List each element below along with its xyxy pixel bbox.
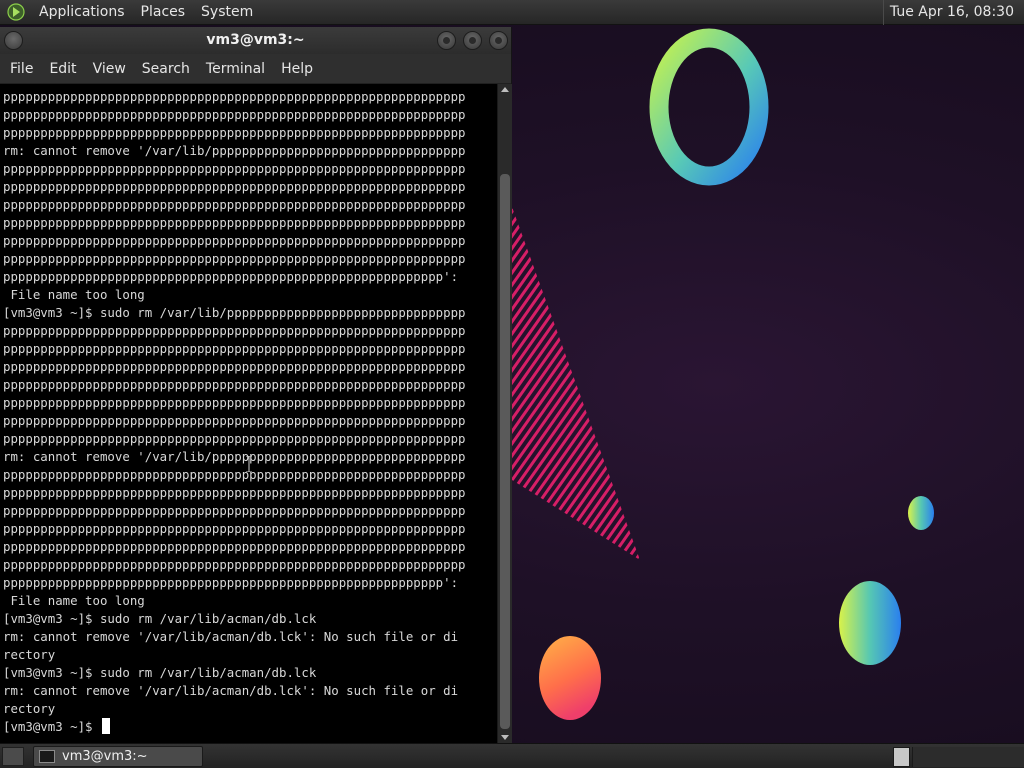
scroll-thumb[interactable] [500, 174, 510, 729]
close-button[interactable] [489, 31, 508, 50]
terminal-line: pppppppppppppppppppppppppppppppppppppppp… [3, 395, 466, 410]
ibeam-cursor-icon [246, 456, 252, 472]
green-ring-shape [649, 28, 769, 186]
terminal-text: pppppppppppppppppppppppppppppppppppppppp… [3, 88, 493, 736]
terminal-line: pppppppppppppppppppppppppppppppppppppppp… [3, 251, 466, 266]
terminal-window: vm3@vm3:~ File Edit View Search Terminal… [0, 27, 512, 743]
menu-edit[interactable]: Edit [41, 54, 84, 84]
show-desktop-icon[interactable] [2, 747, 24, 766]
terminal-line: rm: cannot remove '/var/lib/acman/db.lck… [3, 683, 459, 698]
menu-view[interactable]: View [85, 54, 134, 84]
terminal-line: rectory [3, 701, 56, 716]
terminal-output[interactable]: pppppppppppppppppppppppppppppppppppppppp… [0, 84, 512, 743]
taskbar-terminal-label: vm3@vm3:~ [62, 749, 148, 764]
terminal-line: [vm3@vm3 ~]$ sudo rm /var/lib/acman/db.l… [3, 611, 317, 626]
top-panel: Applications Places System Tue Apr 16, 0… [0, 0, 1024, 25]
menu-file[interactable]: File [2, 54, 41, 84]
terminal-line: pppppppppppppppppppppppppppppppppppppppp… [3, 539, 466, 554]
menu-terminal[interactable]: Terminal [198, 54, 273, 84]
terminal-prompt: [vm3@vm3 ~]$ [3, 719, 100, 734]
terminal-prompt-line: [vm3@vm3 ~]$ [3, 718, 493, 736]
terminal-line: pppppppppppppppppppppppppppppppppppppppp… [3, 233, 466, 248]
terminal-line: pppppppppppppppppppppppppppppppppppppppp… [3, 125, 466, 140]
terminal-line: rm: cannot remove '/var/lib/acman/db.lck… [3, 629, 459, 644]
terminal-line: pppppppppppppppppppppppppppppppppppppppp… [3, 179, 466, 194]
applications-menu[interactable]: Applications [31, 0, 133, 25]
terminal-line: pppppppppppppppppppppppppppppppppppppppp… [3, 215, 466, 230]
maximize-button[interactable] [463, 31, 482, 50]
orange-ball [539, 636, 601, 720]
small-blue-ball [908, 496, 934, 530]
terminal-line: pppppppppppppppppppppppppppppppppppppppp… [3, 197, 466, 212]
window-menu-button[interactable] [4, 31, 23, 50]
clock[interactable]: Tue Apr 16, 08:30 [882, 0, 1020, 25]
terminal-line: pppppppppppppppppppppppppppppppppppppppp… [3, 413, 466, 428]
terminal-line: pppppppppppppppppppppppppppppppppppppppp… [3, 377, 466, 392]
menu-help[interactable]: Help [273, 54, 321, 84]
terminal-line: pppppppppppppppppppppppppppppppppppppppp… [3, 359, 466, 374]
terminal-line: pppppppppppppppppppppppppppppppppppppppp… [3, 107, 466, 122]
terminal-line: pppppppppppppppppppppppppppppppppppppppp… [3, 161, 466, 176]
window-menubar: File Edit View Search Terminal Help [0, 54, 511, 84]
system-menu[interactable]: System [193, 0, 261, 25]
terminal-line: rm: cannot remove '/var/lib/pppppppppppp… [3, 143, 466, 158]
workspace-2[interactable] [912, 747, 1024, 767]
terminal-line: pppppppppppppppppppppppppppppppppppppppp… [3, 575, 459, 590]
terminal-line: File name too long [3, 287, 145, 302]
terminal-line: pppppppppppppppppppppppppppppppppppppppp… [3, 269, 459, 284]
terminal-line: pppppppppppppppppppppppppppppppppppppppp… [3, 431, 466, 446]
terminal-line: pppppppppppppppppppppppppppppppppppppppp… [3, 503, 466, 518]
terminal-line: pppppppppppppppppppppppppppppppppppppppp… [3, 521, 466, 536]
workspace-1[interactable] [893, 747, 910, 767]
menu-search[interactable]: Search [134, 54, 198, 84]
medium-blue-ball [839, 581, 901, 665]
terminal-line: [vm3@vm3 ~]$ sudo rm /var/lib/pppppppppp… [3, 305, 466, 320]
terminal-line: pppppppppppppppppppppppppppppppppppppppp… [3, 89, 466, 104]
terminal-line: pppppppppppppppppppppppppppppppppppppppp… [3, 557, 466, 572]
terminal-line: File name too long [3, 593, 145, 608]
scroll-up-arrow-icon[interactable] [501, 87, 509, 92]
terminal-line: pppppppppppppppppppppppppppppppppppppppp… [3, 485, 466, 500]
minimize-button[interactable] [437, 31, 456, 50]
terminal-line: rectory [3, 647, 56, 662]
window-titlebar[interactable]: vm3@vm3:~ [0, 27, 511, 54]
scroll-down-arrow-icon[interactable] [501, 735, 509, 740]
vertical-scrollbar[interactable] [497, 84, 512, 743]
text-cursor [101, 718, 110, 734]
pink-stripes-shape [512, 207, 640, 560]
terminal-line: pppppppppppppppppppppppppppppppppppppppp… [3, 323, 466, 338]
places-menu[interactable]: Places [133, 0, 194, 25]
taskbar-terminal-button[interactable]: vm3@vm3:~ [33, 746, 203, 767]
terminal-icon [39, 750, 55, 763]
terminal-line: [vm3@vm3 ~]$ sudo rm /var/lib/acman/db.l… [3, 665, 317, 680]
distro-logo-icon[interactable] [7, 3, 25, 21]
window-title: vm3@vm3:~ [206, 32, 305, 48]
terminal-line: pppppppppppppppppppppppppppppppppppppppp… [3, 341, 466, 356]
bottom-panel: vm3@vm3:~ [0, 743, 1024, 768]
